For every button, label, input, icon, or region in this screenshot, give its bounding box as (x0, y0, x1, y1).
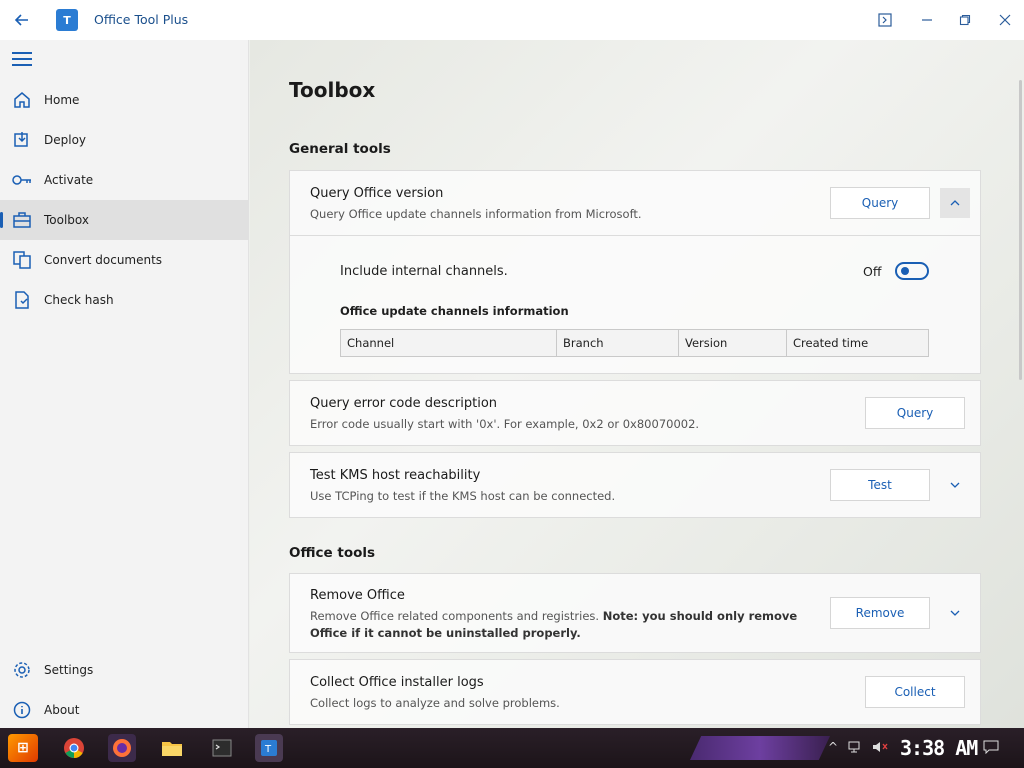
sidebar-item-label: Toolbox (44, 213, 89, 227)
sidebar-item-label: Check hash (44, 293, 114, 307)
svg-text:T: T (264, 744, 272, 755)
chevron-up-icon[interactable]: ^ (828, 740, 838, 754)
channels-table-header: Channel Branch Version Created time (340, 329, 929, 357)
file-explorer-icon[interactable] (158, 734, 186, 762)
sidebar-item-label: Activate (44, 173, 94, 187)
title-bar: T Office Tool Plus (0, 0, 1024, 40)
sidebar-item-activate[interactable]: Activate (0, 160, 249, 200)
taskbar: ⊞ T ^ 3:38 AM (0, 728, 1024, 768)
app-logo-icon: T (56, 9, 78, 31)
back-arrow-icon[interactable] (10, 8, 34, 32)
hamburger-menu-icon[interactable] (12, 52, 32, 68)
toolbox-icon (12, 210, 32, 230)
chevron-down-icon[interactable] (940, 598, 970, 628)
query-version-expanded-panel: Include internal channels. Off Office up… (289, 236, 981, 374)
test-kms-card: Test KMS host reachability Use TCPing to… (289, 452, 981, 518)
query-office-version-card: Query Office version Query Office update… (289, 170, 981, 236)
card-description: Use TCPing to test if the KMS host can b… (310, 489, 616, 503)
taskbar-decoration (690, 736, 830, 760)
terminal-app-icon[interactable] (208, 734, 236, 762)
restore-icon[interactable] (952, 8, 978, 32)
sidebar-item-deploy[interactable]: Deploy (0, 120, 249, 160)
sidebar-item-label: Home (44, 93, 80, 107)
card-description: Collect logs to analyze and solve proble… (310, 696, 560, 710)
firefox-icon[interactable] (108, 734, 136, 762)
volume-muted-icon[interactable] (872, 740, 888, 757)
sidebar-item-settings[interactable]: Settings (0, 650, 249, 690)
card-title: Test KMS host reachability (310, 468, 481, 483)
section-title-office-tools: Office tools (289, 545, 376, 561)
minimize-icon[interactable] (914, 8, 940, 32)
sidebar-item-home[interactable]: Home (0, 80, 249, 120)
gear-icon (12, 660, 32, 680)
column-header-branch[interactable]: Branch (557, 330, 679, 356)
remove-office-desc: Remove Office related components and reg… (310, 609, 603, 623)
remove-office-button[interactable]: Remove (830, 597, 930, 629)
collect-logs-card: Collect Office installer logs Collect lo… (289, 659, 981, 725)
sidebar-item-label: About (44, 703, 80, 717)
card-description: Error code usually start with '0x'. For … (310, 417, 700, 431)
column-header-version[interactable]: Version (679, 330, 787, 356)
notification-icon[interactable] (983, 740, 999, 757)
clock[interactable]: 3:38 AM (900, 736, 978, 760)
main-content: Toolbox General tools Query Office versi… (250, 40, 1024, 728)
test-kms-button[interactable]: Test (830, 469, 930, 501)
section-title-general-tools: General tools (289, 141, 391, 157)
chrome-icon[interactable] (60, 734, 88, 762)
terminal-icon[interactable] (872, 8, 898, 32)
sidebar-item-check-hash[interactable]: Check hash (0, 280, 249, 320)
sidebar-item-toolbox[interactable]: Toolbox (0, 200, 249, 240)
sidebar: Home Deploy Activate Toolbox Convert doc… (0, 40, 249, 728)
query-error-code-card: Query error code description Error code … (289, 380, 981, 446)
hash-icon (12, 290, 32, 310)
start-icon[interactable]: ⊞ (8, 734, 38, 762)
sidebar-item-label: Settings (44, 663, 94, 677)
query-version-button[interactable]: Query (830, 187, 930, 219)
collect-logs-button[interactable]: Collect (865, 676, 965, 708)
app-title: Office Tool Plus (94, 12, 189, 27)
home-icon (12, 90, 32, 110)
convert-icon (12, 250, 32, 270)
remove-office-card: Remove Office Remove Office related comp… (289, 573, 981, 653)
column-header-created-time[interactable]: Created time (787, 330, 928, 356)
include-internal-channels-toggle[interactable] (895, 262, 929, 280)
page-title: Toolbox (289, 78, 376, 102)
sidebar-item-about[interactable]: About (0, 690, 249, 730)
sidebar-item-convert-documents[interactable]: Convert documents (0, 240, 249, 280)
card-title: Remove Office (310, 588, 405, 603)
deploy-icon (12, 130, 32, 150)
channels-info-heading: Office update channels information (340, 304, 569, 318)
card-title: Query Office version (310, 186, 444, 201)
chevron-down-icon[interactable] (940, 470, 970, 500)
close-icon[interactable] (992, 8, 1018, 32)
card-description: Remove Office related components and reg… (310, 608, 820, 642)
network-icon[interactable] (848, 740, 864, 757)
query-error-code-button[interactable]: Query (865, 397, 965, 429)
include-internal-channels-label: Include internal channels. (340, 264, 508, 279)
office-tool-plus-icon[interactable]: T (255, 734, 283, 762)
column-header-channel[interactable]: Channel (341, 330, 557, 356)
info-icon (12, 700, 32, 720)
key-icon (12, 170, 32, 190)
card-description: Query Office update channels information… (310, 207, 642, 221)
card-title: Collect Office installer logs (310, 675, 484, 690)
sidebar-item-label: Convert documents (44, 253, 163, 267)
scrollbar[interactable] (1019, 80, 1022, 380)
toggle-state-text: Off (863, 264, 882, 279)
sidebar-item-label: Deploy (44, 133, 87, 147)
card-title: Query error code description (310, 396, 498, 411)
chevron-up-icon[interactable] (940, 188, 970, 218)
